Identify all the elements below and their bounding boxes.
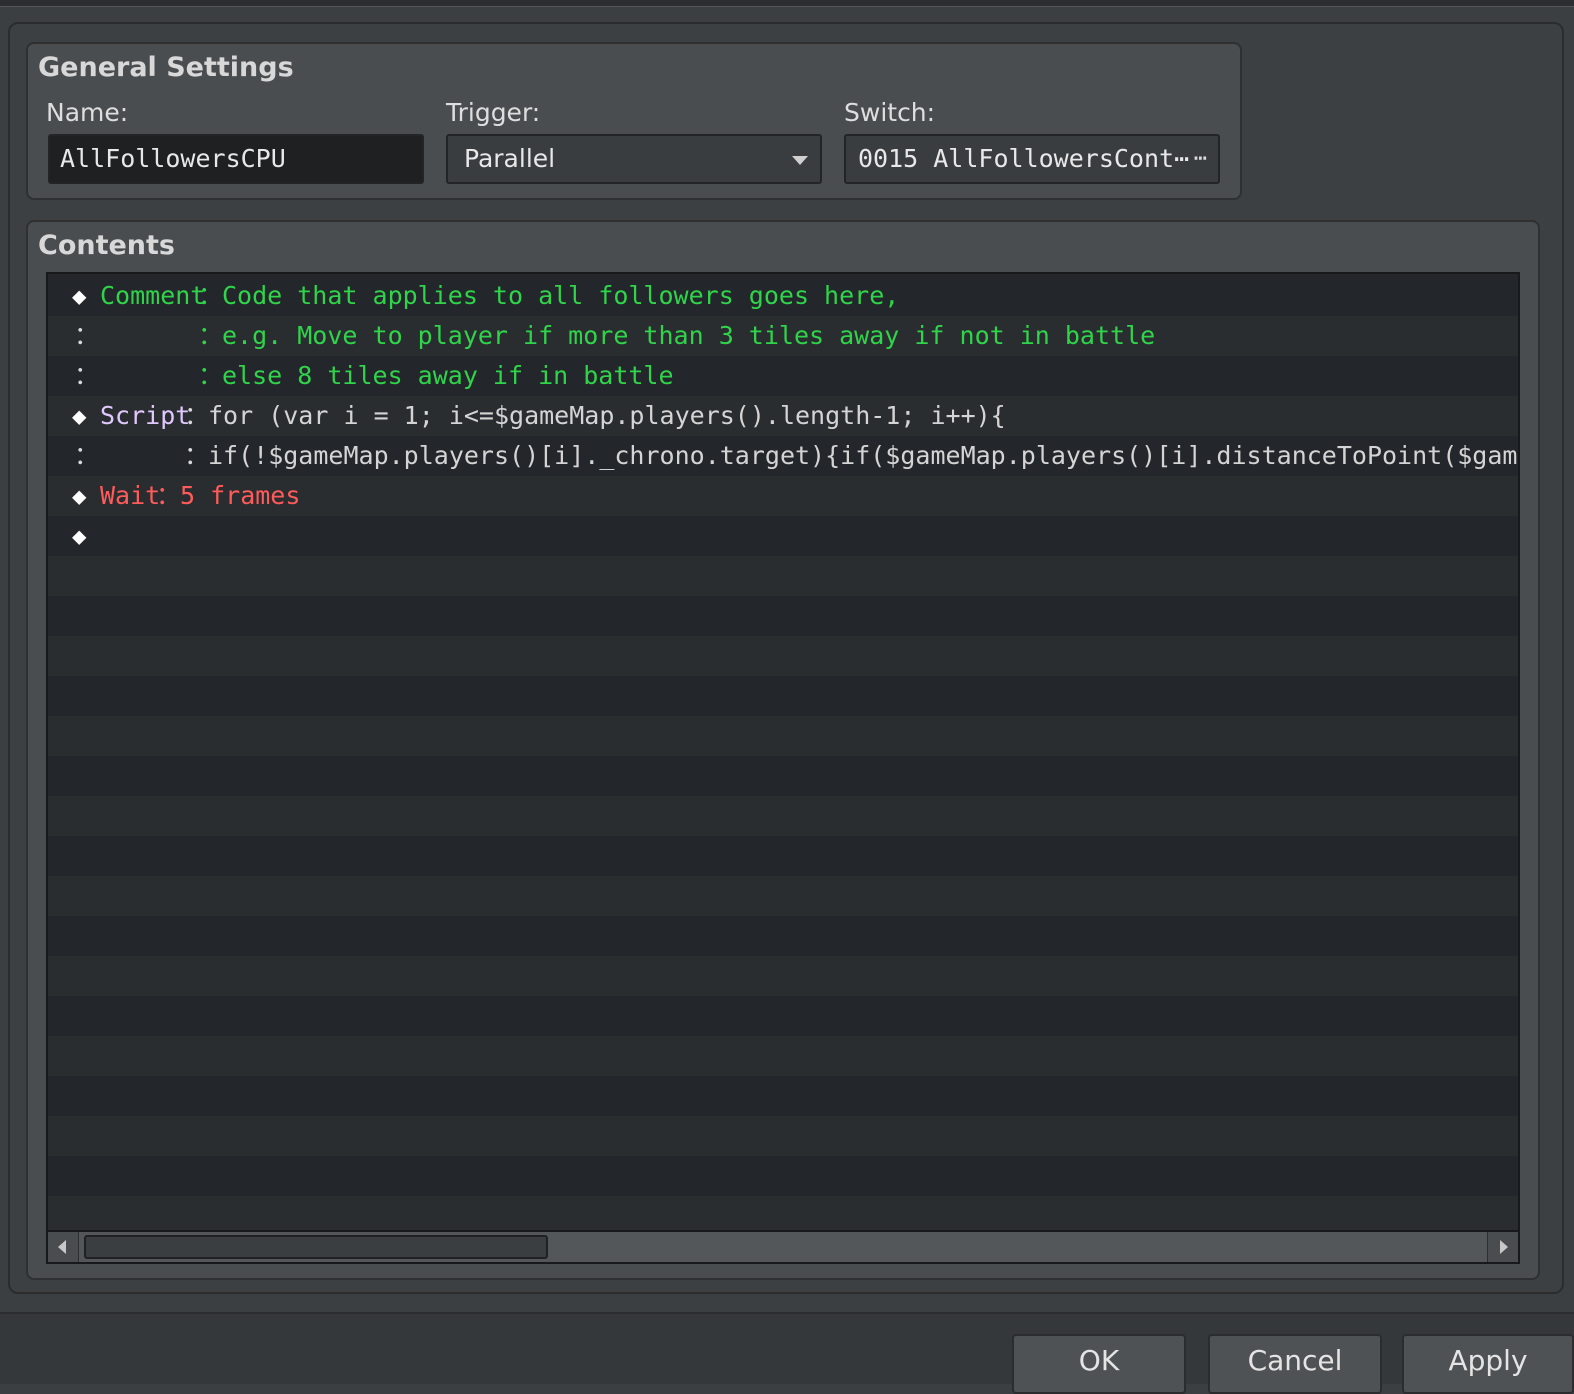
empty-row[interactable] bbox=[48, 796, 1518, 836]
switch-label: Switch: bbox=[844, 98, 936, 127]
list-item[interactable]: ◆ Wait ： 5 frames bbox=[48, 476, 1518, 516]
cancel-button[interactable]: Cancel bbox=[1208, 1334, 1382, 1394]
command-text: e.g. Move to player if more than 3 tiles… bbox=[222, 321, 1156, 350]
window-top-edge bbox=[0, 0, 1574, 7]
empty-row[interactable] bbox=[48, 1196, 1518, 1230]
empty-row[interactable] bbox=[48, 676, 1518, 716]
command-keyword: Comment bbox=[100, 281, 206, 310]
diamond-icon: ◆ bbox=[72, 282, 87, 310]
scroll-left-icon[interactable] bbox=[48, 1232, 79, 1262]
general-settings-group: General Settings Name: AllFollowersCPU T… bbox=[26, 42, 1242, 200]
diamond-icon: ◆ bbox=[72, 522, 87, 550]
command-separator: ： bbox=[198, 281, 224, 310]
empty-row[interactable] bbox=[48, 1116, 1518, 1156]
empty-row[interactable] bbox=[48, 836, 1518, 876]
command-text: Code that applies to all followers goes … bbox=[222, 281, 900, 310]
empty-row[interactable] bbox=[48, 716, 1518, 756]
contents-group: Contents ◆ Comment ： Code that applies t… bbox=[26, 220, 1540, 1280]
empty-row[interactable] bbox=[48, 596, 1518, 636]
trigger-value: Parallel bbox=[464, 144, 556, 173]
trigger-label: Trigger: bbox=[446, 98, 541, 127]
diamond-icon: ◆ bbox=[72, 482, 87, 510]
continuation-mark: ： bbox=[74, 361, 100, 390]
event-command-list[interactable]: ◆ Comment ： Code that applies to all fol… bbox=[46, 272, 1520, 1232]
command-text: for (var i = 1; i<=$gameMap.players().le… bbox=[208, 401, 1006, 430]
command-separator: ： bbox=[184, 401, 210, 430]
empty-row[interactable] bbox=[48, 1076, 1518, 1116]
continuation-mark: ： bbox=[74, 441, 100, 470]
ellipsis-icon[interactable]: ⋯ bbox=[1194, 136, 1208, 182]
switch-selector[interactable]: 0015 AllFollowersCont⋯ ⋯ bbox=[844, 134, 1220, 184]
list-item[interactable]: ◆ Script ： for (var i = 1; i<=$gameMap.p… bbox=[48, 396, 1518, 436]
apply-button[interactable]: Apply bbox=[1402, 1334, 1574, 1394]
empty-row[interactable] bbox=[48, 1156, 1518, 1196]
empty-row[interactable] bbox=[48, 876, 1518, 916]
general-settings-title: General Settings bbox=[38, 52, 294, 83]
horizontal-scrollbar[interactable] bbox=[46, 1230, 1520, 1264]
diamond-icon: ◆ bbox=[72, 402, 87, 430]
contents-title: Contents bbox=[38, 230, 176, 261]
list-item[interactable]: ： ： e.g. Move to player if more than 3 t… bbox=[48, 316, 1518, 356]
list-item[interactable]: ◆ Comment ： Code that applies to all fol… bbox=[48, 276, 1518, 316]
empty-row[interactable] bbox=[48, 996, 1518, 1036]
name-input[interactable]: AllFollowersCPU bbox=[48, 134, 424, 184]
name-label: Name: bbox=[46, 98, 129, 127]
list-item[interactable]: ： ： else 8 tiles away if in battle bbox=[48, 356, 1518, 396]
empty-row[interactable] bbox=[48, 636, 1518, 676]
empty-row[interactable] bbox=[48, 1036, 1518, 1076]
command-separator: ： bbox=[198, 361, 224, 390]
scrollbar-thumb[interactable] bbox=[84, 1235, 548, 1259]
empty-row[interactable] bbox=[48, 756, 1518, 796]
trigger-select[interactable]: Parallel bbox=[446, 134, 822, 184]
chevron-down-icon bbox=[792, 156, 808, 165]
command-separator: ： bbox=[156, 481, 182, 510]
ok-button[interactable]: OK bbox=[1012, 1334, 1186, 1394]
command-text: else 8 tiles away if in battle bbox=[222, 361, 674, 390]
command-separator: ： bbox=[184, 441, 210, 470]
command-text: if(!$gameMap.players()[i]._chrono.target… bbox=[208, 441, 1518, 470]
empty-row[interactable] bbox=[48, 956, 1518, 996]
continuation-mark: ： bbox=[74, 321, 100, 350]
command-text: 5 frames bbox=[180, 481, 301, 510]
list-item[interactable]: ： ： if(!$gameMap.players()[i]._chrono.ta… bbox=[48, 436, 1518, 476]
empty-row[interactable] bbox=[48, 556, 1518, 596]
command-keyword: Wait bbox=[100, 481, 161, 510]
command-keyword: Script bbox=[100, 401, 191, 430]
scroll-right-icon[interactable] bbox=[1487, 1232, 1518, 1262]
list-item[interactable]: ◆ bbox=[48, 516, 1518, 556]
empty-row[interactable] bbox=[48, 916, 1518, 956]
command-separator: ： bbox=[198, 321, 224, 350]
switch-value: 0015 AllFollowersCont⋯ bbox=[858, 144, 1190, 173]
